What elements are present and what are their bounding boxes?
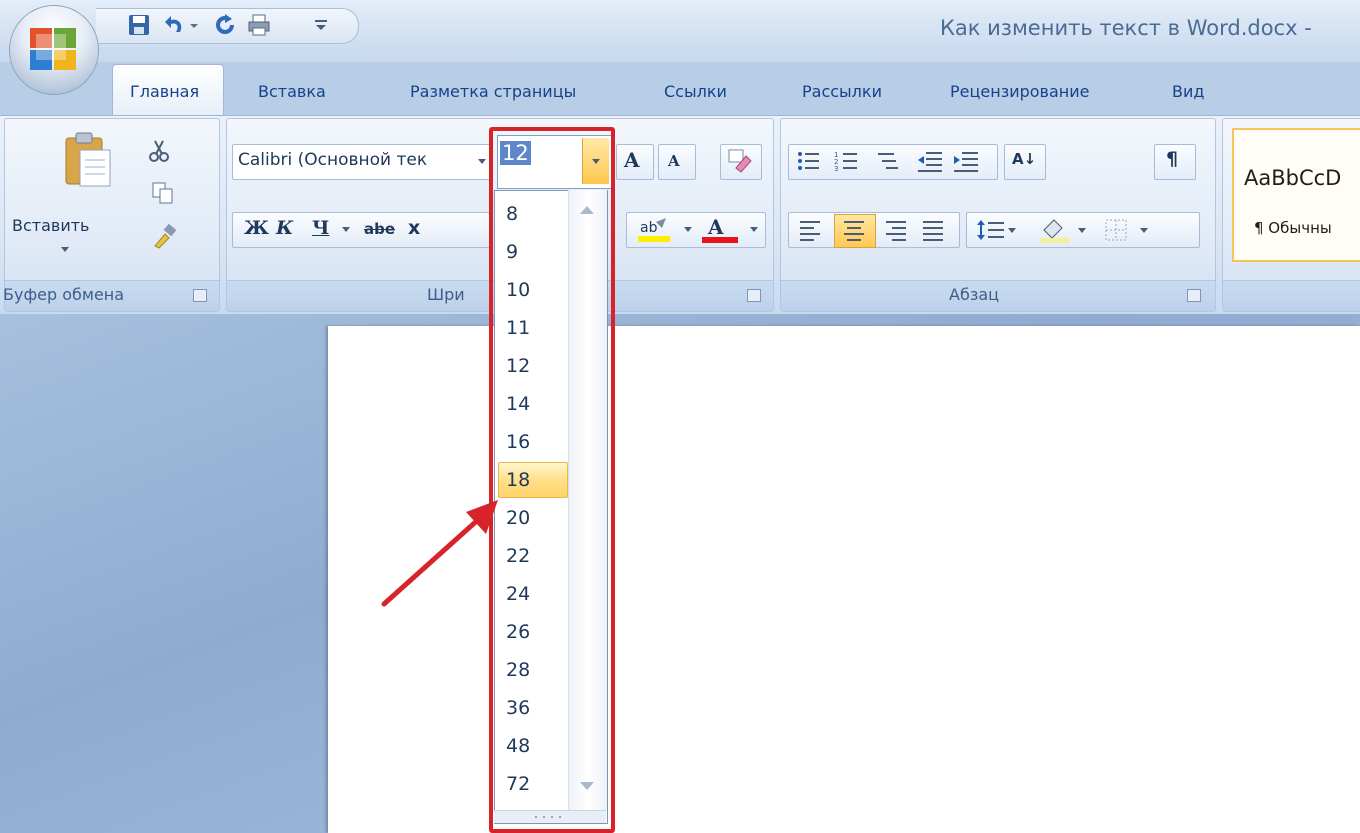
office-logo-icon [30, 28, 76, 70]
bold-button[interactable]: Ж [244, 217, 269, 239]
clipboard-launcher-icon[interactable] [193, 289, 207, 302]
increase-indent-icon[interactable] [952, 150, 982, 172]
annotation-arrow-icon [381, 500, 498, 607]
window-title: Как изменить текст в Word.docx - [940, 16, 1312, 40]
align-right-icon[interactable] [882, 218, 908, 242]
tab-references[interactable]: Ссылки [664, 82, 727, 101]
format-painter-icon[interactable] [150, 222, 178, 250]
decrease-indent-icon[interactable] [916, 150, 946, 172]
customize-qat-icon[interactable] [312, 12, 330, 38]
underline-button[interactable]: Ч [312, 217, 329, 239]
shrink-font-label: A [668, 152, 680, 170]
cut-icon[interactable] [146, 138, 172, 164]
align-left-icon[interactable] [798, 218, 824, 242]
shading-icon[interactable] [1036, 216, 1090, 244]
font-color-icon[interactable]: A [700, 216, 740, 244]
highlight-icon[interactable]: ab [636, 216, 672, 244]
pilcrow-label: ¶ [1166, 148, 1179, 170]
style-normal-label: ¶ Обычны [1254, 219, 1332, 237]
align-center-icon [844, 221, 864, 241]
tab-mailings[interactable]: Рассылки [802, 82, 882, 101]
paragraph-group-label: Абзац [949, 285, 1000, 304]
tab-review[interactable]: Рецензирование [950, 82, 1089, 101]
paragraph-launcher-icon[interactable] [1187, 289, 1201, 302]
quick-access-toolbar [96, 8, 359, 44]
annotation-frame [489, 127, 615, 833]
justify-icon[interactable] [920, 218, 946, 242]
numbering-icon[interactable]: 123 [834, 150, 864, 172]
borders-icon[interactable] [1100, 216, 1154, 244]
tab-page-layout[interactable]: Разметка страницы [410, 82, 576, 101]
style-sample-text: AaBbCcD [1244, 166, 1342, 190]
strikethrough-button[interactable]: abe [364, 220, 395, 238]
font-launcher-icon[interactable] [747, 289, 761, 302]
redo-icon[interactable] [212, 12, 238, 38]
font-name-value: Calibri (Основной тек [238, 150, 428, 170]
font-group-label: Шри [427, 285, 465, 304]
font-name-dropdown-icon[interactable] [476, 156, 488, 166]
bullets-icon[interactable] [796, 150, 826, 172]
paste-button[interactable]: Вставить [12, 216, 89, 235]
underline-dropdown-icon[interactable] [340, 226, 352, 234]
tab-insert[interactable]: Вставка [258, 82, 326, 101]
clipboard-group-label: Буфер обмена [3, 285, 125, 304]
font-color-dropdown-icon[interactable] [748, 226, 760, 234]
print-icon[interactable] [246, 12, 272, 38]
style-normal-tile[interactable] [1232, 128, 1360, 262]
undo-dropdown-icon[interactable] [188, 12, 200, 38]
clear-formatting-icon [728, 149, 752, 173]
multilevel-list-icon[interactable] [876, 150, 906, 172]
highlight-dropdown-icon[interactable] [682, 226, 694, 234]
grow-font-label: A [624, 148, 640, 172]
subscript-button[interactable]: x [408, 217, 420, 239]
italic-button[interactable]: К [276, 217, 293, 239]
svg-text:ab: ab [640, 220, 658, 236]
svg-text:A: A [707, 216, 724, 239]
paste-dropdown-icon[interactable] [58, 246, 72, 254]
line-spacing-icon[interactable] [976, 218, 1018, 242]
sort-label: А↓ [1012, 150, 1037, 168]
paste-icon[interactable] [62, 130, 114, 188]
font-format-strip [232, 212, 490, 248]
tab-view[interactable]: Вид [1172, 82, 1204, 101]
svg-text:3: 3 [834, 165, 838, 172]
tab-home[interactable]: Главная [130, 82, 199, 101]
copy-icon[interactable] [150, 180, 176, 206]
save-icon[interactable] [126, 12, 152, 38]
undo-icon[interactable] [162, 12, 188, 38]
